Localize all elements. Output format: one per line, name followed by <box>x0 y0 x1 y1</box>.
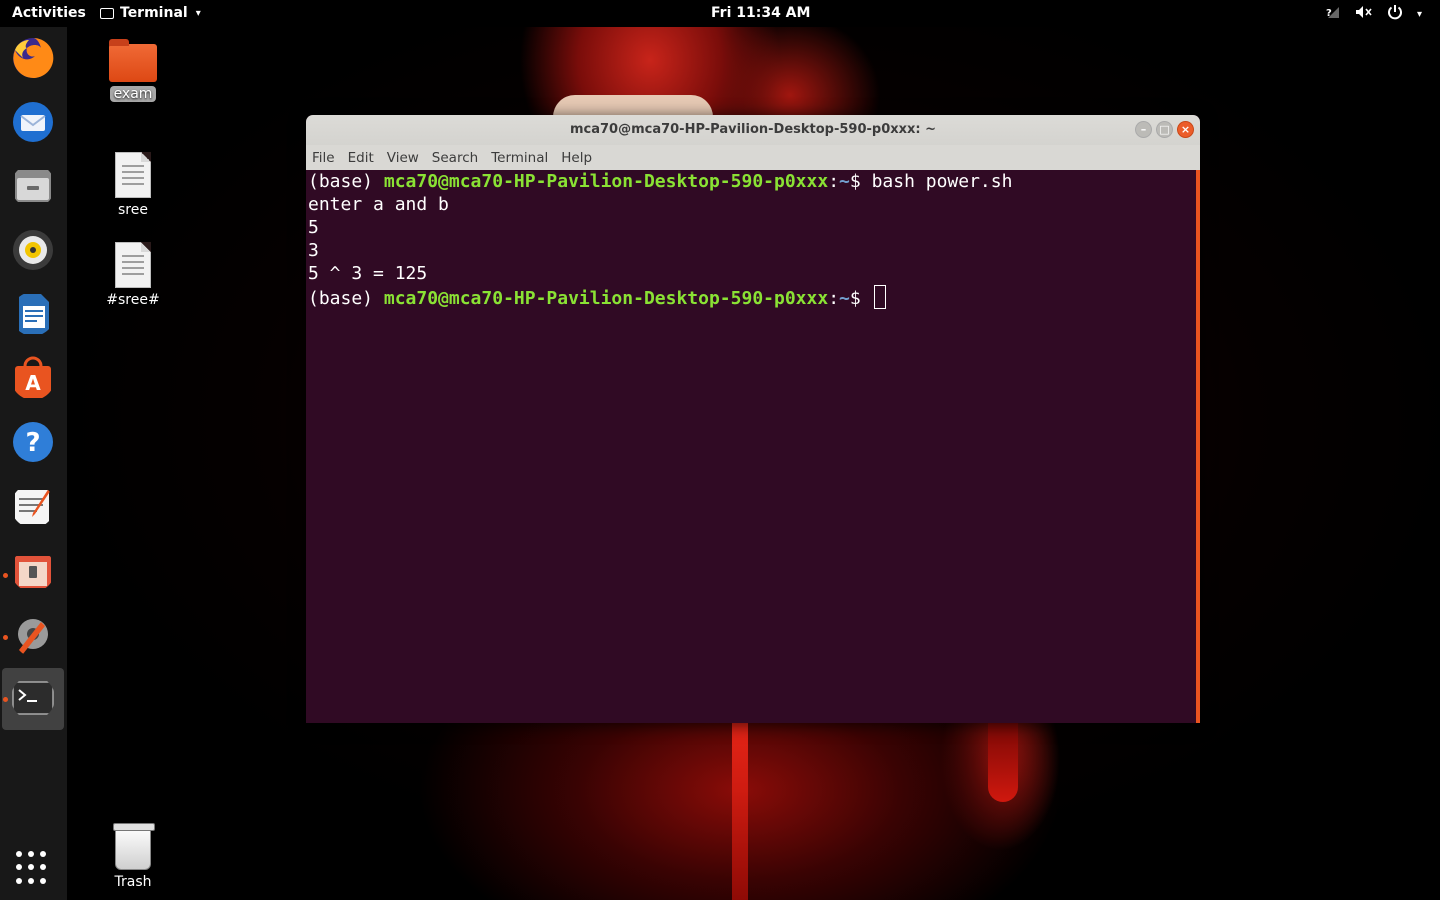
power-icon[interactable] <box>1387 4 1403 24</box>
desktop-icon-trash[interactable]: Trash <box>93 823 173 890</box>
chevron-down-icon: ▾ <box>195 7 201 19</box>
dock-item-writer[interactable] <box>10 291 56 337</box>
desktop-icon-label: #sree# <box>106 292 160 308</box>
folder-icon <box>109 39 157 82</box>
help-icon: ? <box>13 422 53 462</box>
show-applications-icon[interactable] <box>16 851 50 885</box>
minimize-button[interactable]: – <box>1135 121 1152 138</box>
menu-terminal[interactable]: Terminal <box>491 150 548 166</box>
file-roller-icon <box>15 556 51 588</box>
close-button[interactable]: × <box>1177 121 1194 138</box>
terminal-output-line: 5 <box>308 217 319 238</box>
terminal-window: mca70@mca70-HP-Pavilion-Desktop-590-p0xx… <box>306 115 1200 723</box>
terminal-app-icon <box>100 7 114 19</box>
document-icon <box>115 242 151 288</box>
menu-file[interactable]: File <box>312 150 335 166</box>
dock-item-text-editor[interactable] <box>10 483 56 529</box>
dock-item-software[interactable]: A <box>10 355 56 401</box>
firefox-icon <box>13 37 54 78</box>
window-menubar: File Edit View Search Terminal Help <box>306 145 1200 170</box>
window-controls: – □ × <box>1135 121 1194 138</box>
terminal-output-line: enter a and b <box>308 194 449 215</box>
prompt-colon: : <box>828 171 840 192</box>
wallpaper-streak <box>732 722 748 900</box>
terminal-output-line: 5 ^ 3 = 125 <box>308 263 428 284</box>
prompt-path: ~ <box>839 288 850 309</box>
settings-tool-icon <box>18 619 48 654</box>
terminal-line-prompt: (base) mca70@mca70-HP-Pavilion-Desktop-5… <box>308 285 1196 309</box>
svg-text:?: ? <box>25 428 40 458</box>
command-text: bash power.sh <box>871 171 1013 192</box>
desktop-icon-exam[interactable]: exam <box>93 39 173 102</box>
svg-text:?: ? <box>1326 8 1332 19</box>
menu-help[interactable]: Help <box>561 150 592 166</box>
prompt-prefix: (base) <box>308 171 384 192</box>
menu-caret-icon[interactable]: ▾ <box>1417 9 1422 20</box>
prompt-colon: : <box>828 288 840 309</box>
menu-edit[interactable]: Edit <box>348 150 374 166</box>
terminal-scrollbar[interactable] <box>1196 170 1200 723</box>
dock-item-file-roller[interactable] <box>10 547 56 593</box>
dock-item-settings-tool[interactable] <box>10 611 56 657</box>
window-titlebar[interactable]: mca70@mca70-HP-Pavilion-Desktop-590-p0xx… <box>306 115 1200 145</box>
desktop-icon-sree[interactable]: sree <box>93 152 173 218</box>
terminal-icon <box>12 681 54 715</box>
desktop-icon-sree-backup[interactable]: #sree# <box>93 242 173 308</box>
rhythmbox-icon <box>13 230 53 270</box>
libreoffice-writer-icon <box>19 294 49 334</box>
dock-item-terminal[interactable] <box>10 675 56 721</box>
prompt-path: ~ <box>839 171 850 192</box>
app-menu[interactable]: Terminal ▾ <box>100 5 201 21</box>
top-bar: Activities Terminal ▾ Fri 11:34 AM ? ▾ <box>0 0 1440 27</box>
prompt-user-host: mca70@mca70-HP-Pavilion-Desktop-590-p0xx… <box>383 288 829 309</box>
menu-search[interactable]: Search <box>432 150 478 166</box>
desktop-icon-label: sree <box>118 202 148 218</box>
prompt-dollar: $ <box>849 288 872 309</box>
menu-view[interactable]: View <box>387 150 419 166</box>
dock-item-firefox[interactable] <box>10 35 56 81</box>
running-indicator <box>3 697 8 702</box>
dock-item-files[interactable] <box>10 163 56 209</box>
window-title: mca70@mca70-HP-Pavilion-Desktop-590-p0xx… <box>569 122 937 137</box>
document-icon <box>115 152 151 198</box>
thunderbird-icon <box>13 102 53 142</box>
dock: A ? <box>0 27 67 900</box>
terminal-content[interactable]: (base) mca70@mca70-HP-Pavilion-Desktop-5… <box>306 170 1196 723</box>
desktop-icon-label: Trash <box>114 874 152 890</box>
dock-item-thunderbird[interactable] <box>10 99 56 145</box>
prompt-dollar: $ <box>849 171 872 192</box>
prompt-prefix: (base) <box>308 288 384 309</box>
terminal-line-command: (base) mca70@mca70-HP-Pavilion-Desktop-5… <box>308 170 1196 193</box>
text-editor-icon <box>15 488 51 524</box>
system-tray[interactable]: ? ▾ <box>1325 4 1422 24</box>
wallpaper-drip <box>988 722 1018 802</box>
files-icon <box>15 170 51 202</box>
prompt-user-host: mca70@mca70-HP-Pavilion-Desktop-590-p0xx… <box>383 171 829 192</box>
dock-item-help[interactable]: ? <box>10 419 56 465</box>
activities-button[interactable]: Activities <box>12 5 86 21</box>
volume-muted-icon[interactable] <box>1355 5 1373 23</box>
ubuntu-software-icon: A <box>15 356 51 398</box>
network-icon[interactable]: ? <box>1325 5 1341 23</box>
app-menu-label: Terminal <box>120 5 188 21</box>
svg-text:A: A <box>25 371 41 395</box>
text-cursor <box>873 285 886 309</box>
running-indicator <box>3 635 8 640</box>
clock[interactable]: Fri 11:34 AM <box>711 5 810 21</box>
desktop-icon-label: exam <box>109 86 157 102</box>
dock-item-rhythmbox[interactable] <box>10 227 56 273</box>
trash-icon <box>113 823 155 870</box>
wallpaper-face <box>553 95 713 117</box>
terminal-output-line: 3 <box>308 240 319 261</box>
maximize-button[interactable]: □ <box>1156 121 1173 138</box>
running-indicator <box>3 573 8 578</box>
